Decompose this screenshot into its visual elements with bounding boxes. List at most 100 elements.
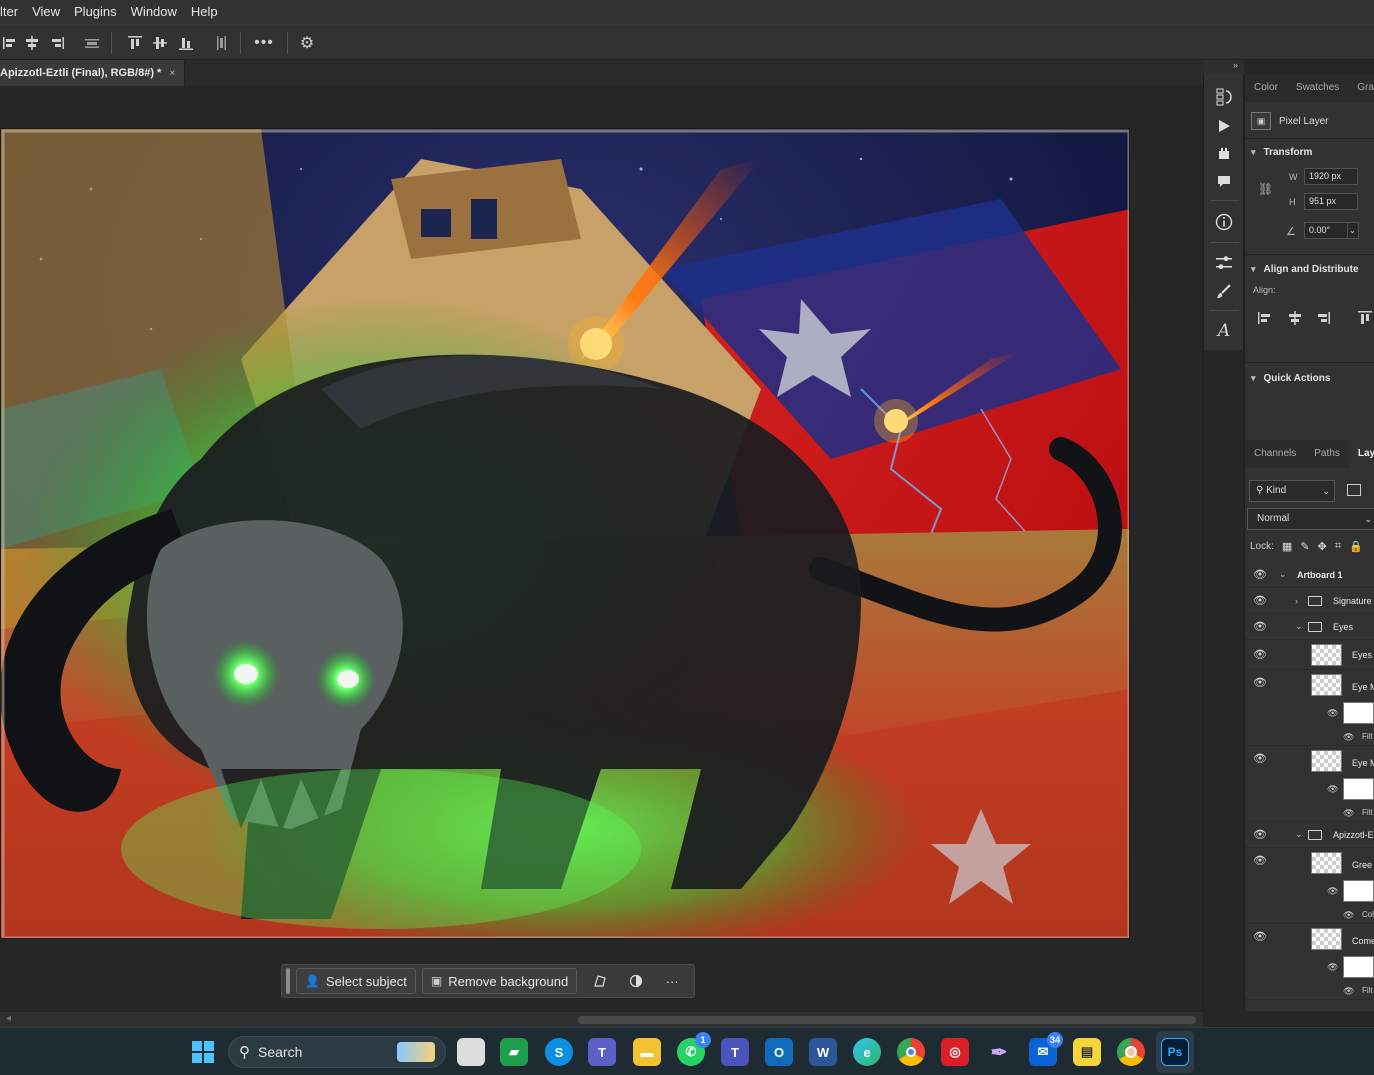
align-left-edges-icon[interactable] xyxy=(0,33,20,53)
align-section-header[interactable]: ▾ Align and Distribute xyxy=(1251,260,1374,278)
eye-icon[interactable]: 👁 xyxy=(1343,808,1354,819)
eye-icon[interactable]: 👁 xyxy=(1253,594,1267,607)
eye-icon[interactable]: 👁 xyxy=(1343,732,1354,743)
eye-icon[interactable]: 👁 xyxy=(1253,854,1267,867)
scroll-left-icon[interactable]: ◂ xyxy=(6,1013,11,1024)
teams-icon[interactable]: T xyxy=(588,1038,616,1066)
eye-icon[interactable]: 👁 xyxy=(1327,886,1338,897)
lock-all-icon[interactable]: 🔒 xyxy=(1349,540,1363,553)
eye-icon[interactable]: 👁 xyxy=(1327,784,1338,795)
chrome-profile-icon[interactable] xyxy=(1117,1038,1145,1066)
kind-filter-dropdown[interactable]: ⚲ Kind ⌄ xyxy=(1249,480,1335,502)
chat-icon[interactable]: ▰ xyxy=(500,1038,528,1066)
tab-layers[interactable]: Lay xyxy=(1348,440,1374,468)
horizontal-scrollbar[interactable]: ◂ xyxy=(0,1011,1203,1027)
tab-gradients[interactable]: Gra xyxy=(1348,74,1374,102)
align-vertical-centers-icon[interactable] xyxy=(150,33,170,53)
chevron-down-icon[interactable]: ⌄ xyxy=(1279,569,1287,580)
remove-background-button[interactable]: ▣ Remove background xyxy=(421,968,578,994)
tab-channels[interactable]: Channels xyxy=(1245,440,1305,468)
whatsapp-icon[interactable]: ✆ 1 xyxy=(677,1032,711,1066)
character-icon[interactable]: A xyxy=(1213,320,1235,342)
tab-paths[interactable]: Paths xyxy=(1305,440,1349,468)
artwork-canvas[interactable] xyxy=(0,128,1130,939)
adjustments-icon[interactable] xyxy=(1213,252,1235,274)
canvas-area[interactable] xyxy=(0,86,1203,1011)
search-box[interactable]: ⚲ Search xyxy=(228,1036,446,1068)
file-explorer-icon[interactable]: ▬ xyxy=(633,1038,661,1066)
layer-row[interactable]: 👁 Eye M 👁 👁 Filt xyxy=(1245,746,1374,822)
lock-pixels-icon[interactable]: ▦ xyxy=(1282,540,1292,553)
blend-mode-dropdown[interactable]: Normal ⌄ xyxy=(1247,508,1374,530)
eye-icon[interactable]: 👁 xyxy=(1253,752,1267,765)
lock-artboard-icon[interactable]: ⌗ xyxy=(1335,540,1341,553)
comments-icon[interactable] xyxy=(1213,170,1235,192)
align-top-edges-icon[interactable] xyxy=(125,33,145,53)
eye-icon[interactable]: 👁 xyxy=(1343,986,1354,997)
align-center-icon[interactable] xyxy=(1287,310,1303,326)
layer-row[interactable]: 👁 Gree 👁 👁 Col xyxy=(1245,848,1374,924)
eye-icon[interactable]: 👁 xyxy=(1253,568,1267,581)
quick-actions-header[interactable]: ▾ Quick Actions xyxy=(1251,369,1374,387)
teams-classic-icon[interactable]: T xyxy=(721,1038,749,1066)
lock-paint-icon[interactable]: ✎ xyxy=(1300,540,1309,553)
layer-row[interactable]: 👁 Eyes xyxy=(1245,640,1374,670)
adjustment-icon[interactable] xyxy=(623,968,649,994)
more-icon[interactable]: ··· xyxy=(659,968,685,994)
photoshop-icon[interactable]: Ps xyxy=(1161,1038,1189,1066)
play-actions-icon[interactable] xyxy=(1213,115,1235,137)
transform-icon[interactable] xyxy=(587,968,613,994)
document-tab[interactable]: Apizzotl-Eztli (Final), RGB/8#) * × xyxy=(0,60,185,86)
eye-icon[interactable]: 👁 xyxy=(1253,620,1267,633)
menu-help[interactable]: Help xyxy=(185,0,226,24)
layer-row[interactable]: 👁 Eye M 👁 👁 Filt xyxy=(1245,670,1374,746)
menu-filter[interactable]: lter xyxy=(0,0,26,24)
angle-dropdown-icon[interactable]: ⌄ xyxy=(1347,222,1359,239)
angle-field[interactable]: 0.00° xyxy=(1304,222,1348,239)
align-left-icon[interactable] xyxy=(1257,310,1273,326)
link-icon[interactable]: ⛓ xyxy=(1258,182,1273,196)
chevron-down-icon[interactable]: ⌄ xyxy=(1295,621,1303,632)
chevron-right-icon[interactable]: › xyxy=(1295,596,1298,606)
more-options-icon[interactable]: ••• xyxy=(254,33,274,53)
chrome-icon[interactable] xyxy=(897,1038,925,1066)
menu-view[interactable]: View xyxy=(26,0,68,24)
align-top-icon[interactable] xyxy=(1357,310,1373,326)
tab-swatches[interactable]: Swatches xyxy=(1287,74,1348,102)
drag-handle[interactable] xyxy=(286,968,290,994)
width-field[interactable]: 1920 px xyxy=(1304,168,1358,185)
brush-icon[interactable] xyxy=(1213,280,1235,302)
history-icon[interactable] xyxy=(1213,86,1235,108)
transform-section-header[interactable]: ▾ Transform xyxy=(1251,143,1374,161)
layer-row[interactable]: 👁 Come 👁 👁 Filt xyxy=(1245,924,1374,1000)
pixel-filter-icon[interactable] xyxy=(1347,484,1361,496)
start-icon[interactable] xyxy=(189,1038,217,1066)
layer-row[interactable]: 👁 ⌄ Artboard 1 xyxy=(1245,562,1374,588)
mail-icon[interactable]: ✉ 34 xyxy=(1029,1032,1063,1066)
select-subject-button[interactable]: 👤 Select subject xyxy=(296,968,416,994)
align-right-icon[interactable] xyxy=(1315,310,1331,326)
distribute-icon[interactable] xyxy=(82,33,102,53)
skype-icon[interactable]: S xyxy=(545,1038,573,1066)
eye-icon[interactable]: 👁 xyxy=(1343,910,1354,921)
layer-row[interactable]: 👁 ⌄ Apizzotl-E xyxy=(1245,822,1374,848)
tab-color[interactable]: Color xyxy=(1245,74,1287,102)
gear-icon[interactable]: ⚙ xyxy=(297,33,317,53)
sticky-notes-icon[interactable]: ▤ xyxy=(1073,1038,1101,1066)
height-field[interactable]: 951 px xyxy=(1304,193,1358,210)
word-icon[interactable]: W xyxy=(809,1038,837,1066)
distribute-vertical-icon[interactable] xyxy=(211,33,231,53)
outlook-icon[interactable]: O xyxy=(765,1038,793,1066)
eye-icon[interactable]: 👁 xyxy=(1327,962,1338,973)
feather-app-icon[interactable]: ✒ xyxy=(985,1038,1013,1066)
task-view-icon[interactable] xyxy=(457,1038,485,1066)
menu-window[interactable]: Window xyxy=(125,0,185,24)
plugins-icon[interactable] xyxy=(1213,142,1235,164)
close-icon[interactable]: × xyxy=(169,68,175,79)
scrollbar-thumb[interactable] xyxy=(578,1016,1196,1024)
eye-icon[interactable]: 👁 xyxy=(1253,676,1267,689)
layer-row[interactable]: 👁 › Signature xyxy=(1245,588,1374,614)
edge-icon[interactable]: e xyxy=(853,1038,881,1066)
align-horizontal-centers-icon[interactable] xyxy=(22,33,42,53)
chevron-down-icon[interactable]: ⌄ xyxy=(1295,829,1303,840)
